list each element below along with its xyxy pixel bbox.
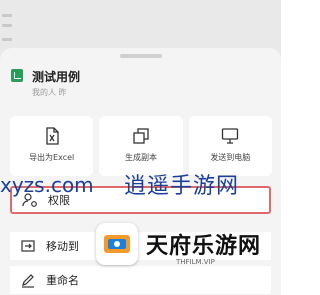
send-to-pc-button[interactable]: 发送到电脑 [188,116,272,176]
move-to-label: 移动到 [46,240,79,253]
brand-logo-subtext: THFILM.VIP [176,258,215,266]
brand-logo-text: 天府乐游网 [146,234,262,259]
send-to-pc-label: 发送到电脑 [210,153,251,162]
duplicate-label: 生成副本 [124,153,157,162]
brand-logo-icon [104,235,130,253]
doc-meta: 我的人 昨 [32,88,67,97]
background-ghost-line [2,14,12,17]
rename-label: 重命名 [46,274,79,287]
move-icon [21,240,35,252]
background-ghost-line [2,24,12,27]
duplicate-button[interactable]: 生成副本 [99,116,183,176]
spreadsheet-doc-icon [11,69,23,82]
monitor-icon [222,128,239,144]
watermark-url: xyzs.com [0,173,94,197]
pencil-icon [22,274,34,288]
rename-item[interactable]: 重命名 [10,266,271,294]
brand-logo [96,223,138,265]
excel-file-icon [46,127,59,145]
doc-title: 测试用例 [32,70,81,84]
watermark-brand: 逍遥手游网 [124,174,240,199]
copy-icon [133,128,149,144]
drag-handle[interactable] [120,54,162,58]
export-excel-label: 导出为Excel [29,153,75,162]
action-row: 导出为Excel 生成副本 发送到电脑 [10,116,272,176]
background-ghost-line [2,38,12,41]
export-excel-button[interactable]: 导出为Excel [10,116,94,176]
